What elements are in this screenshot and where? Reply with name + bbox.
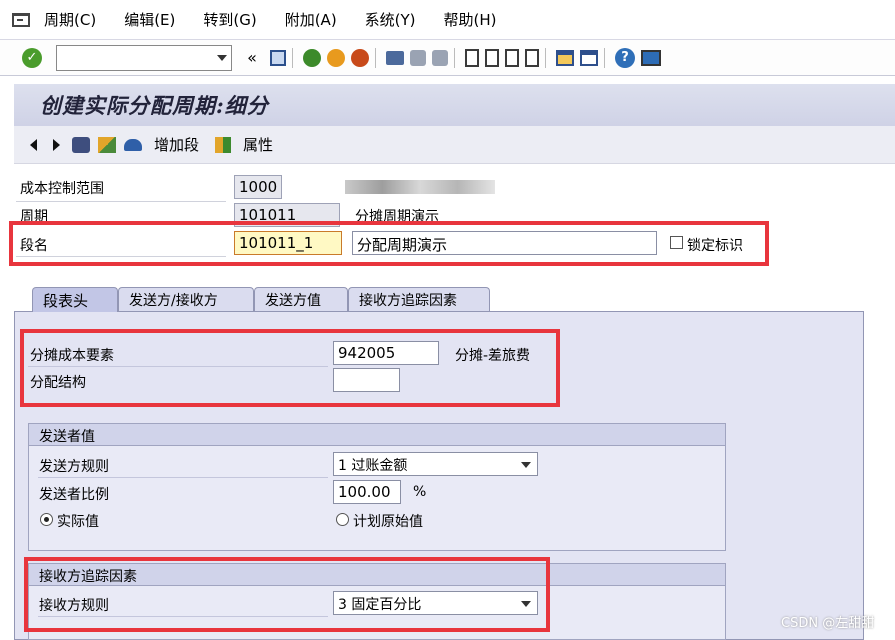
receiver-rule-label: 接收方规则 bbox=[39, 598, 109, 614]
toolbar-separator bbox=[375, 47, 376, 68]
add-segment-button[interactable]: 增加段 bbox=[154, 134, 199, 155]
chevron-down-icon[interactable] bbox=[521, 462, 531, 468]
divider bbox=[16, 201, 226, 202]
overview-icon[interactable] bbox=[98, 136, 116, 153]
hat-icon[interactable] bbox=[124, 138, 142, 151]
plan-value-label: 计划原始值 bbox=[353, 514, 423, 530]
lock-indicator-label: 锁定标识 bbox=[687, 238, 743, 254]
shortcut-icon[interactable] bbox=[580, 49, 598, 66]
controlling-area-field: 1000 bbox=[234, 175, 282, 199]
cancel-icon[interactable] bbox=[351, 48, 369, 67]
cycle-label: 周期 bbox=[20, 209, 48, 225]
menu-extras[interactable]: 附加(A) bbox=[285, 9, 337, 30]
sender-rule-dropdown[interactable]: 1 过账金额 bbox=[333, 452, 538, 476]
collapse-icon[interactable]: « bbox=[242, 48, 262, 68]
page-title: 创建实际分配周期:细分 bbox=[40, 93, 269, 118]
layout-menu-icon[interactable] bbox=[641, 49, 661, 66]
tab-sender-receiver[interactable]: 发送方/接收方 bbox=[118, 287, 254, 311]
menu-system[interactable]: 系统(Y) bbox=[365, 9, 416, 30]
sender-values-title: 发送者值 bbox=[29, 424, 725, 446]
sender-rule-label: 发送方规则 bbox=[39, 459, 109, 475]
find-icon[interactable] bbox=[410, 49, 426, 66]
application-toolbar: 增加段 属性 bbox=[14, 126, 895, 164]
find-next-icon[interactable] bbox=[432, 49, 448, 66]
sender-share-unit: % bbox=[413, 484, 427, 500]
actual-value-label: 实际值 bbox=[57, 514, 99, 530]
standard-toolbar: ✓ « ? bbox=[0, 40, 895, 76]
divider bbox=[28, 366, 328, 367]
print-icon[interactable] bbox=[386, 50, 404, 65]
segment-name-field[interactable]: 101011_1 bbox=[234, 231, 342, 255]
last-page-icon[interactable] bbox=[525, 48, 539, 67]
divider bbox=[16, 256, 226, 257]
alloc-structure-label: 分配结构 bbox=[30, 375, 86, 391]
tab-sender-values[interactable]: 发送方值 bbox=[254, 287, 348, 311]
binoculars-icon[interactable] bbox=[72, 136, 90, 153]
cycle-field: 101011 bbox=[234, 203, 340, 227]
next-segment-icon[interactable] bbox=[53, 138, 60, 151]
enter-check-icon[interactable]: ✓ bbox=[22, 47, 42, 68]
attributes-button[interactable]: 属性 bbox=[243, 134, 273, 155]
exit-icon[interactable] bbox=[327, 48, 345, 67]
alloc-cost-element-field[interactable]: 942005 bbox=[333, 341, 439, 365]
plan-value-radio[interactable] bbox=[336, 513, 349, 526]
previous-page-icon[interactable] bbox=[485, 48, 499, 67]
receiver-tracing-title: 接收方追踪因素 bbox=[29, 564, 725, 586]
next-page-icon[interactable] bbox=[505, 48, 519, 67]
watermark: CSDN @左甜甜 bbox=[781, 616, 875, 631]
tab-receiver-tracing[interactable]: 接收方追踪因素 bbox=[348, 287, 490, 311]
divider bbox=[38, 616, 328, 617]
previous-segment-icon[interactable] bbox=[30, 138, 37, 151]
alloc-cost-element-label: 分摊成本要素 bbox=[30, 348, 114, 364]
first-page-icon[interactable] bbox=[465, 48, 479, 67]
menu-help[interactable]: 帮助(H) bbox=[444, 9, 497, 30]
new-session-icon[interactable] bbox=[556, 49, 574, 66]
screen-title-bar: 创建实际分配周期:细分 bbox=[14, 84, 895, 126]
alloc-cost-element-description: 分摊-差旅费 bbox=[455, 348, 531, 364]
menu-bar: 周期(C) 编辑(E) 转到(G) 附加(A) 系统(Y) 帮助(H) bbox=[0, 0, 895, 40]
alloc-structure-field[interactable] bbox=[333, 368, 400, 392]
chevron-down-icon[interactable] bbox=[521, 601, 531, 607]
toolbar-separator bbox=[292, 47, 293, 68]
receiver-rule-value: 3 固定百分比 bbox=[338, 597, 422, 613]
sender-share-label: 发送者比例 bbox=[39, 487, 109, 503]
segment-description-field[interactable]: 分配周期演示 bbox=[352, 231, 657, 255]
cycle-description: 分摊周期演示 bbox=[355, 209, 439, 225]
redacted-text bbox=[345, 180, 495, 194]
segment-name-label: 段名 bbox=[20, 238, 48, 254]
divider bbox=[38, 477, 328, 478]
menu-goto[interactable]: 转到(G) bbox=[203, 9, 256, 30]
menu-edit[interactable]: 编辑(E) bbox=[124, 9, 175, 30]
toolbar-separator bbox=[604, 47, 605, 68]
lock-indicator-checkbox[interactable] bbox=[670, 236, 683, 249]
help-icon[interactable]: ? bbox=[615, 47, 635, 68]
toolbar-separator bbox=[545, 47, 546, 68]
tab-segment-header[interactable]: 段表头 bbox=[32, 287, 118, 312]
attributes-icon[interactable] bbox=[215, 136, 232, 153]
menu-cycle[interactable]: 周期(C) bbox=[44, 9, 96, 30]
sender-rule-value: 1 过账金额 bbox=[338, 458, 408, 474]
command-field[interactable] bbox=[56, 44, 232, 71]
toolbar-separator bbox=[454, 47, 455, 68]
save-icon[interactable] bbox=[270, 49, 286, 66]
actual-value-radio[interactable] bbox=[40, 513, 53, 526]
menu-window-icon[interactable] bbox=[12, 12, 30, 27]
sender-share-field[interactable]: 100.00 bbox=[333, 480, 401, 504]
chevron-down-icon[interactable] bbox=[217, 54, 227, 61]
controlling-area-label: 成本控制范围 bbox=[20, 181, 104, 197]
back-icon[interactable] bbox=[303, 48, 321, 67]
receiver-rule-dropdown[interactable]: 3 固定百分比 bbox=[333, 591, 538, 615]
